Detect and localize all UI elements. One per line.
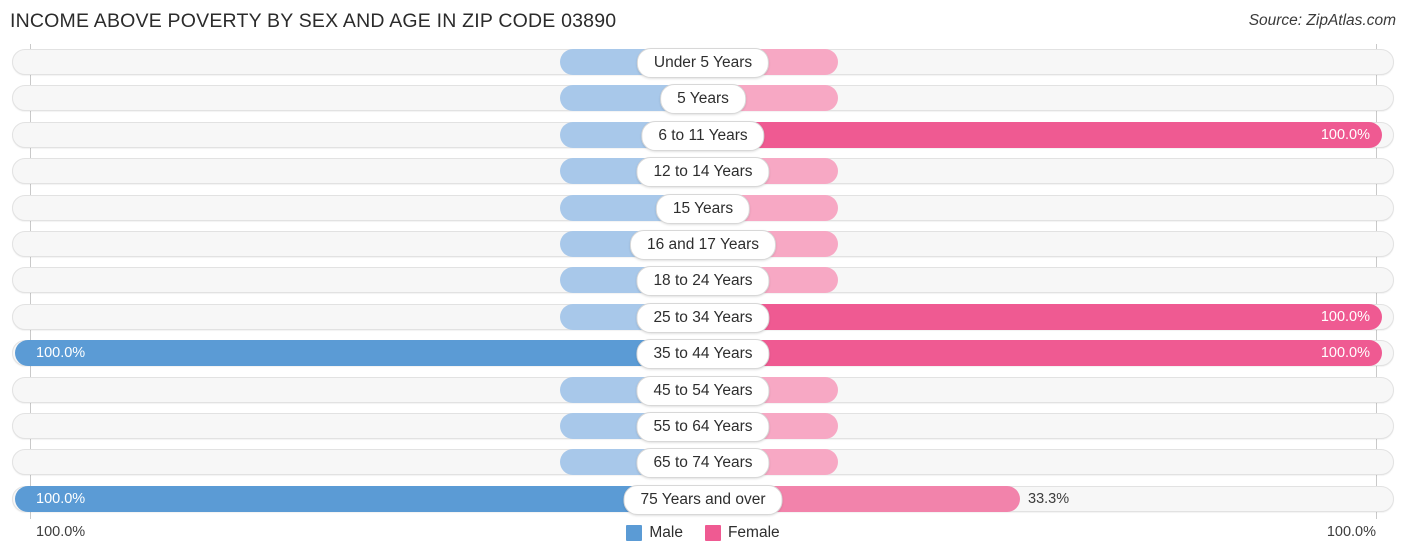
legend-swatch-female-icon — [704, 525, 721, 541]
chart-row[interactable]: 100.0% 33.3% 75 Years and over — [0, 481, 1406, 517]
chart-row[interactable]: 0.0%100.0%6 to 11 Years — [0, 117, 1406, 153]
value-label-female: 100.0% — [1320, 308, 1370, 325]
row-category-label: 15 Years — [655, 193, 751, 224]
row-category-label: 12 to 14 Years — [636, 157, 770, 188]
legend-item-male[interactable]: Male — [626, 524, 683, 542]
chart-row[interactable]: 0.0%100.0%25 to 34 Years — [0, 299, 1406, 335]
legend-swatch-male-icon — [626, 525, 643, 541]
chart-row[interactable]: 0.0%0.0%45 to 54 Years — [0, 372, 1406, 408]
row-category-label: 16 and 17 Years — [629, 229, 777, 260]
row-category-label: 5 Years — [660, 84, 746, 115]
row-category-label: 6 to 11 Years — [641, 120, 765, 151]
value-label-male: 100.0% — [36, 345, 86, 362]
row-category-label: 65 to 74 Years — [636, 448, 770, 479]
chart-row[interactable]: 0.0%0.0%Under 5 Years — [0, 44, 1406, 80]
chart-row[interactable]: 0.0%0.0%16 and 17 Years — [0, 226, 1406, 262]
bar-female[interactable] — [703, 303, 1382, 330]
chart-row[interactable]: 0.0%0.0%65 to 74 Years — [0, 444, 1406, 480]
chart-row[interactable]: 0.0%0.0%5 Years — [0, 80, 1406, 116]
chart-legend: Male Female — [0, 524, 1406, 542]
value-label-male: 100.0% — [36, 490, 86, 507]
value-label-female: 100.0% — [1320, 126, 1370, 143]
page-title: INCOME ABOVE POVERTY BY SEX AND AGE IN Z… — [10, 10, 617, 32]
chart-row[interactable]: 0.0%0.0%12 to 14 Years — [0, 153, 1406, 189]
legend-item-female[interactable]: Female — [704, 524, 780, 542]
bar-female[interactable] — [703, 121, 1382, 148]
chart-plot-area: 0.0%0.0%Under 5 Years0.0%0.0%5 Years 0.0%… — [0, 44, 1406, 519]
row-category-label: 25 to 34 Years — [636, 302, 770, 333]
row-category-label: 35 to 44 Years — [636, 339, 770, 370]
bar-female[interactable] — [703, 340, 1382, 367]
chart-row[interactable]: 0.0%0.0%55 to 64 Years — [0, 408, 1406, 444]
row-category-label: 75 Years and over — [623, 484, 783, 515]
chart-rows: 0.0%0.0%Under 5 Years0.0%0.0%5 Years 0.0%… — [0, 44, 1406, 517]
chart-row[interactable]: 0.0%0.0%15 Years — [0, 190, 1406, 226]
row-category-label: 18 to 24 Years — [636, 266, 770, 297]
chart-row[interactable]: 100.0% 100.0% 35 to 44 Years — [0, 335, 1406, 371]
row-category-label: Under 5 Years — [636, 48, 770, 78]
chart-footer: 100.0% 100.0% Male Female — [0, 519, 1406, 559]
source-attribution: Source: ZipAtlas.com — [1248, 12, 1396, 29]
bar-male[interactable] — [15, 485, 703, 512]
value-label-female: 100.0% — [1320, 345, 1370, 362]
row-category-label: 55 to 64 Years — [636, 411, 770, 442]
legend-label-male: Male — [649, 524, 683, 541]
value-label-female: 33.3% — [1028, 490, 1070, 507]
chart-header: INCOME ABOVE POVERTY BY SEX AND AGE IN Z… — [0, 0, 1406, 44]
row-category-label: 45 to 54 Years — [636, 375, 770, 406]
legend-label-female: Female — [727, 524, 780, 541]
bar-male[interactable] — [15, 340, 703, 367]
chart-row[interactable]: 0.0%0.0%18 to 24 Years — [0, 262, 1406, 298]
